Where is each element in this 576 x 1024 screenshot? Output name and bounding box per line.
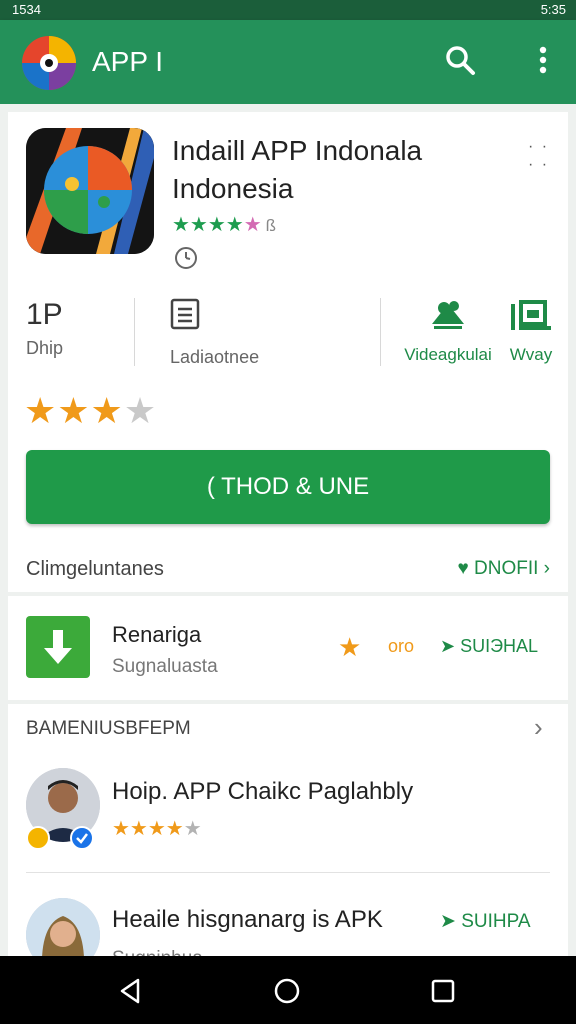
review-rating: ★★★★★	[112, 816, 202, 841]
badge-icon	[26, 826, 50, 850]
status-time: 1534	[12, 2, 41, 17]
app-bar: APP I	[0, 20, 576, 104]
details-row-action-label: DNOFII ›	[474, 558, 550, 579]
details-row[interactable]: Climgeluntanes ♥ DNOFII ›	[26, 558, 550, 581]
chart-bars-icon	[511, 300, 551, 330]
home-icon[interactable]	[272, 976, 302, 1006]
app-icon-graphic	[26, 128, 154, 254]
status-bar: 1534 5:35	[0, 0, 576, 20]
small-rating-partial: ★	[243, 214, 262, 236]
overflow-dots-icon[interactable]: · · · ·	[528, 138, 549, 174]
reviews-card: BAMENIUSBFEPM › Hoip. APP Chaikc Paglahb…	[8, 704, 568, 972]
download-item-action-label: SUIЭHAL	[460, 636, 539, 656]
download-item-title: Renariga	[112, 622, 202, 647]
large-rating[interactable]: ★★★★	[24, 390, 157, 432]
small-rating-extra: ß	[265, 216, 277, 235]
twitter-bird-icon: ➤	[440, 636, 456, 656]
verified-icon	[70, 826, 94, 850]
app-bar-title: APP I	[92, 46, 164, 77]
download-icon	[26, 616, 90, 678]
people-icon	[432, 301, 464, 329]
stat-document-label: Ladiaotnee	[170, 347, 260, 367]
stat-view-label: Wvay	[509, 345, 553, 364]
large-rating-empty: ★	[123, 390, 158, 431]
review-divider	[26, 872, 550, 873]
review-action[interactable]: ➤ SUIHPA	[440, 910, 531, 933]
search-icon[interactable]	[442, 42, 478, 78]
stat-size-label: Dhip	[26, 338, 64, 358]
download-item-count: oro	[388, 636, 415, 656]
details-row-action[interactable]: ♥ DNOFII ›	[457, 558, 550, 580]
status-clock: 5:35	[540, 2, 566, 17]
stat-video[interactable]: Videagkulai	[400, 298, 496, 365]
download-item-action[interactable]: ➤ SUIЭHAL	[440, 636, 538, 657]
navigation-bar	[0, 956, 576, 1024]
review-action-label: SUIHPA	[461, 911, 531, 932]
chevron-right-icon[interactable]: ›	[534, 712, 543, 743]
reviews-header: BAMENIUSBFEPM	[26, 718, 191, 739]
star-icon: ★	[338, 632, 362, 662]
install-button[interactable]: ( THOD & UNE	[26, 450, 550, 524]
large-rating-filled: ★★★	[24, 390, 124, 431]
app-icon	[26, 128, 154, 254]
details-row-label: Climgeluntanes	[26, 558, 164, 580]
small-rating: ★★★★★ ß	[172, 212, 276, 237]
more-vert-icon[interactable]	[526, 42, 560, 78]
review-rating-empty: ★	[183, 818, 202, 840]
stat-size-value: 1P	[26, 298, 63, 331]
stat-video-label: Videagkulai	[404, 345, 492, 364]
clock-icon	[175, 247, 197, 269]
download-item-subtitle: Sugnaluasta	[112, 656, 218, 677]
stat-document: Ladiaotnee	[170, 298, 259, 368]
document-icon	[170, 298, 200, 330]
app-header-card: Indaill APP Indonala Indonesia · · · · ★★…	[8, 112, 568, 592]
download-item-card[interactable]: Renariga Sugnaluasta ★ oro ➤ SUIЭHAL	[8, 596, 568, 700]
back-icon[interactable]	[116, 976, 146, 1006]
recents-icon[interactable]	[428, 976, 458, 1006]
review-title: Heaile hisgnanarg is APK	[112, 906, 383, 933]
content-area: Indaill APP Indonala Indonesia · · · · ★★…	[0, 104, 576, 972]
stat-divider	[134, 298, 135, 366]
small-rating-stars: ★★★★	[172, 214, 244, 236]
stat-size: 1P Dhip	[26, 298, 136, 359]
app-logo-icon	[22, 36, 76, 90]
heart-icon: ♥	[457, 558, 469, 579]
stat-divider	[380, 298, 381, 366]
app-title: Indaill APP Indonala Indonesia	[172, 135, 423, 204]
review-title: Hoip. APP Chaikc Paglahbly	[112, 778, 414, 805]
stat-view[interactable]: Wvay	[504, 298, 558, 365]
twitter-bird-icon: ➤	[440, 911, 456, 932]
review-rating-filled: ★★★★	[112, 818, 184, 840]
